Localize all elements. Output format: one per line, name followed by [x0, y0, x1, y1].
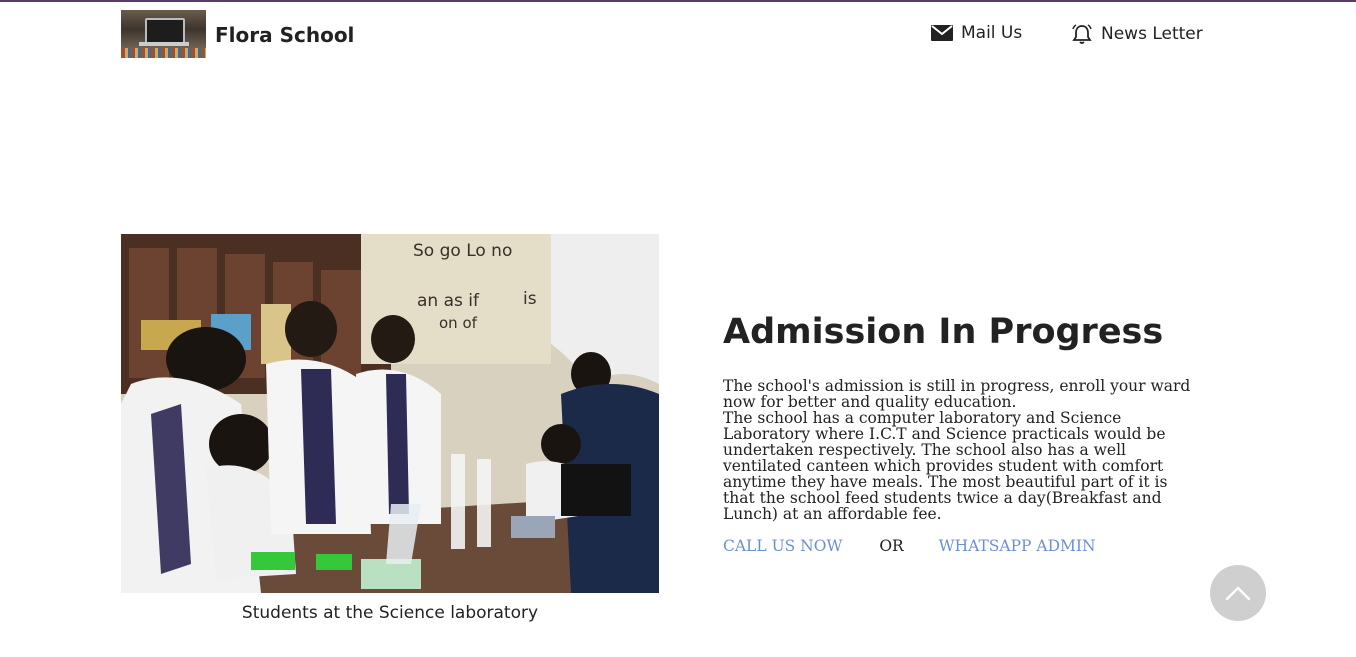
mail-icon: [931, 25, 953, 41]
nav-mail-us[interactable]: Mail Us: [931, 23, 1022, 43]
board-text-line-4: on of: [439, 314, 478, 332]
admission-title: Admission In Progress: [723, 312, 1164, 352]
call-us-now-link[interactable]: CALL US NOW: [723, 537, 842, 555]
logo-image[interactable]: [121, 10, 206, 58]
nav-mail-label: Mail Us: [961, 23, 1023, 43]
chevron-up-icon: [1225, 586, 1251, 601]
board-text-line-3: is: [523, 289, 537, 309]
bell-icon: [1072, 24, 1092, 44]
site-header: Flora School Mail Us News Letter: [121, 10, 1207, 60]
scroll-to-top-button[interactable]: [1210, 565, 1266, 621]
board-text-line-1: So go Lo no: [413, 241, 512, 261]
nav-newsletter-label: News Letter: [1101, 24, 1203, 44]
brand-name[interactable]: Flora School: [215, 23, 354, 47]
nav-newsletter[interactable]: News Letter: [1071, 23, 1203, 45]
science-lab-illustration: So go Lo no an as if is on of: [121, 234, 659, 593]
admission-paragraph-1: The school's admission is still in progr…: [723, 377, 1191, 411]
photo-caption: Students at the Science laboratory: [241, 603, 539, 623]
board-text-line-2: an as if: [417, 291, 480, 311]
cta-row: CALL US NOW OR WHATSAPP ADMIN: [723, 537, 1096, 555]
logo-laptop-graphic: [145, 18, 185, 44]
science-lab-photo: So go Lo no an as if is on of: [121, 234, 659, 593]
cta-or-separator: OR: [879, 537, 904, 555]
whatsapp-admin-link[interactable]: WHATSAPP ADMIN: [939, 537, 1096, 555]
logo-bookshelf-graphic: [121, 48, 206, 58]
logo-laptop-base: [139, 42, 189, 46]
admission-paragraph-2: The school has a computer laboratory and…: [723, 409, 1168, 523]
admission-description: The school's admission is still in progr…: [723, 378, 1193, 522]
